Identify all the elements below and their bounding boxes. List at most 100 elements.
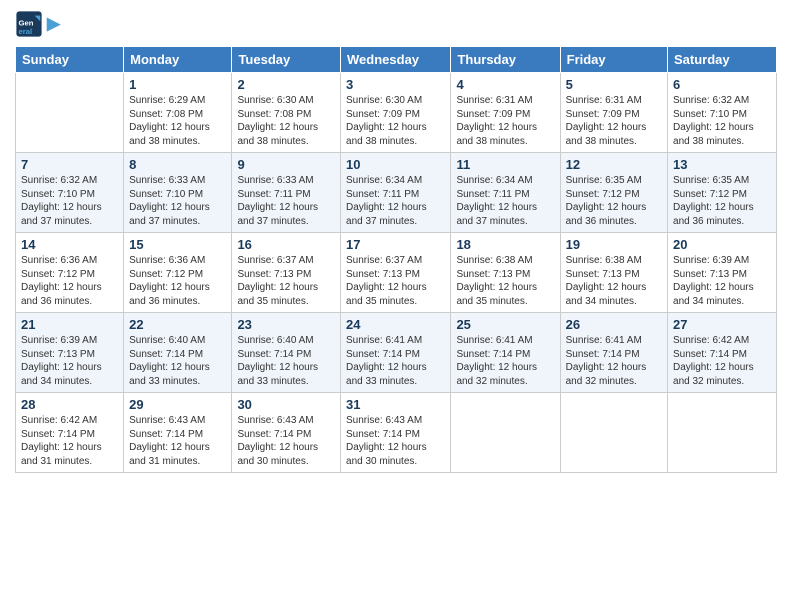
day-number: 20 [673, 237, 771, 252]
calendar-cell: 23 Sunrise: 6:40 AMSunset: 7:14 PMDayligh… [232, 313, 341, 393]
day-info: Sunrise: 6:43 AMSunset: 7:14 PMDaylight:… [346, 414, 445, 468]
calendar-cell [668, 393, 777, 473]
logo: Gen eral ▶ [15, 10, 60, 38]
week-row-3: 14 Sunrise: 6:36 AMSunset: 7:12 PMDayligh… [16, 233, 777, 313]
day-info: Sunrise: 6:35 AMSunset: 7:12 PMDaylight:… [673, 174, 771, 228]
day-number: 6 [673, 77, 771, 92]
day-number: 27 [673, 317, 771, 332]
calendar-cell: 10 Sunrise: 6:34 AMSunset: 7:11 PMDayligh… [341, 153, 451, 233]
day-info: Sunrise: 6:34 AMSunset: 7:11 PMDaylight:… [456, 174, 554, 228]
week-row-5: 28 Sunrise: 6:42 AMSunset: 7:14 PMDayligh… [16, 393, 777, 473]
day-info: Sunrise: 6:39 AMSunset: 7:13 PMDaylight:… [21, 334, 118, 388]
calendar-cell: 28 Sunrise: 6:42 AMSunset: 7:14 PMDayligh… [16, 393, 124, 473]
day-number: 15 [129, 237, 226, 252]
day-number: 14 [21, 237, 118, 252]
calendar-cell: 12 Sunrise: 6:35 AMSunset: 7:12 PMDayligh… [560, 153, 667, 233]
calendar-cell: 4 Sunrise: 6:31 AMSunset: 7:09 PMDaylight… [451, 73, 560, 153]
page: Gen eral ▶ SundayMondayTuesdayWednesdayT… [0, 0, 792, 612]
day-info: Sunrise: 6:42 AMSunset: 7:14 PMDaylight:… [21, 414, 118, 468]
day-info: Sunrise: 6:36 AMSunset: 7:12 PMDaylight:… [129, 254, 226, 308]
day-number: 28 [21, 397, 118, 412]
day-number: 12 [566, 157, 662, 172]
day-info: Sunrise: 6:34 AMSunset: 7:11 PMDaylight:… [346, 174, 445, 228]
week-row-1: 1 Sunrise: 6:29 AMSunset: 7:08 PMDaylight… [16, 73, 777, 153]
calendar-cell: 19 Sunrise: 6:38 AMSunset: 7:13 PMDayligh… [560, 233, 667, 313]
calendar-cell: 30 Sunrise: 6:43 AMSunset: 7:14 PMDayligh… [232, 393, 341, 473]
day-info: Sunrise: 6:38 AMSunset: 7:13 PMDaylight:… [566, 254, 662, 308]
calendar-cell: 14 Sunrise: 6:36 AMSunset: 7:12 PMDayligh… [16, 233, 124, 313]
header: Gen eral ▶ [15, 10, 777, 38]
calendar-cell: 5 Sunrise: 6:31 AMSunset: 7:09 PMDaylight… [560, 73, 667, 153]
logo-text: ▶ [47, 14, 60, 34]
calendar-cell: 22Sunrise: 6:40 AMSunset: 7:14 PMDayligh… [124, 313, 232, 393]
day-info: Sunrise: 6:31 AMSunset: 7:09 PMDaylight:… [456, 94, 554, 148]
day-number: 29 [129, 397, 226, 412]
calendar-cell: 25Sunrise: 6:41 AMSunset: 7:14 PMDayligh… [451, 313, 560, 393]
calendar-cell: 11 Sunrise: 6:34 AMSunset: 7:11 PMDayligh… [451, 153, 560, 233]
calendar-cell: 17Sunrise: 6:37 AMSunset: 7:13 PMDayligh… [341, 233, 451, 313]
day-info: Sunrise: 6:41 AMSunset: 7:14 PMDaylight:… [456, 334, 554, 388]
day-info: Sunrise: 6:37 AMSunset: 7:13 PMDaylight:… [346, 254, 445, 308]
weekday-header-sunday: Sunday [16, 47, 124, 73]
day-info: Sunrise: 6:38 AMSunset: 7:13 PMDaylight:… [456, 254, 554, 308]
day-number: 13 [673, 157, 771, 172]
day-number: 16 [237, 237, 335, 252]
day-info: Sunrise: 6:43 AMSunset: 7:14 PMDaylight:… [237, 414, 335, 468]
calendar-cell [560, 393, 667, 473]
weekday-header-saturday: Saturday [668, 47, 777, 73]
day-number: 11 [456, 157, 554, 172]
day-number: 22 [129, 317, 226, 332]
calendar-cell: 20 Sunrise: 6:39 AMSunset: 7:13 PMDayligh… [668, 233, 777, 313]
day-number: 31 [346, 397, 445, 412]
calendar-cell: 26Sunrise: 6:41 AMSunset: 7:14 PMDayligh… [560, 313, 667, 393]
weekday-header-monday: Monday [124, 47, 232, 73]
weekday-header-wednesday: Wednesday [341, 47, 451, 73]
day-info: Sunrise: 6:40 AMSunset: 7:14 PMDaylight:… [237, 334, 335, 388]
calendar-cell: 29Sunrise: 6:43 AMSunset: 7:14 PMDayligh… [124, 393, 232, 473]
day-info: Sunrise: 6:42 AMSunset: 7:14 PMDaylight:… [673, 334, 771, 388]
calendar: SundayMondayTuesdayWednesdayThursdayFrid… [15, 46, 777, 473]
day-info: Sunrise: 6:29 AMSunset: 7:08 PMDaylight:… [129, 94, 226, 148]
day-number: 5 [566, 77, 662, 92]
week-row-4: 21 Sunrise: 6:39 AMSunset: 7:13 PMDayligh… [16, 313, 777, 393]
day-info: Sunrise: 6:32 AMSunset: 7:10 PMDaylight:… [21, 174, 118, 228]
day-number: 2 [237, 77, 335, 92]
calendar-cell: 9 Sunrise: 6:33 AMSunset: 7:11 PMDaylight… [232, 153, 341, 233]
calendar-cell: 1 Sunrise: 6:29 AMSunset: 7:08 PMDaylight… [124, 73, 232, 153]
svg-text:eral: eral [19, 27, 33, 36]
day-info: Sunrise: 6:33 AMSunset: 7:11 PMDaylight:… [237, 174, 335, 228]
week-row-2: 7Sunrise: 6:32 AMSunset: 7:10 PMDaylight… [16, 153, 777, 233]
calendar-cell [16, 73, 124, 153]
day-number: 23 [237, 317, 335, 332]
day-info: Sunrise: 6:36 AMSunset: 7:12 PMDaylight:… [21, 254, 118, 308]
calendar-cell: 8 Sunrise: 6:33 AMSunset: 7:10 PMDaylight… [124, 153, 232, 233]
calendar-cell: 3 Sunrise: 6:30 AMSunset: 7:09 PMDaylight… [341, 73, 451, 153]
day-number: 26 [566, 317, 662, 332]
calendar-cell: 16Sunrise: 6:37 AMSunset: 7:13 PMDayligh… [232, 233, 341, 313]
calendar-cell: 21 Sunrise: 6:39 AMSunset: 7:13 PMDayligh… [16, 313, 124, 393]
day-number: 10 [346, 157, 445, 172]
day-info: Sunrise: 6:39 AMSunset: 7:13 PMDaylight:… [673, 254, 771, 308]
day-number: 9 [237, 157, 335, 172]
calendar-cell: 7Sunrise: 6:32 AMSunset: 7:10 PMDaylight… [16, 153, 124, 233]
day-info: Sunrise: 6:35 AMSunset: 7:12 PMDaylight:… [566, 174, 662, 228]
day-number: 1 [129, 77, 226, 92]
day-number: 30 [237, 397, 335, 412]
calendar-cell: 6 Sunrise: 6:32 AMSunset: 7:10 PMDaylight… [668, 73, 777, 153]
calendar-cell: 2Sunrise: 6:30 AMSunset: 7:08 PMDaylight… [232, 73, 341, 153]
logo-icon: Gen eral [15, 10, 43, 38]
day-info: Sunrise: 6:32 AMSunset: 7:10 PMDaylight:… [673, 94, 771, 148]
day-number: 3 [346, 77, 445, 92]
day-info: Sunrise: 6:30 AMSunset: 7:09 PMDaylight:… [346, 94, 445, 148]
day-number: 21 [21, 317, 118, 332]
weekday-header-friday: Friday [560, 47, 667, 73]
day-number: 24 [346, 317, 445, 332]
day-number: 4 [456, 77, 554, 92]
day-info: Sunrise: 6:33 AMSunset: 7:10 PMDaylight:… [129, 174, 226, 228]
calendar-cell [451, 393, 560, 473]
day-number: 8 [129, 157, 226, 172]
calendar-cell: 31 Sunrise: 6:43 AMSunset: 7:14 PMDayligh… [341, 393, 451, 473]
day-number: 19 [566, 237, 662, 252]
day-info: Sunrise: 6:31 AMSunset: 7:09 PMDaylight:… [566, 94, 662, 148]
svg-text:Gen: Gen [19, 18, 34, 27]
